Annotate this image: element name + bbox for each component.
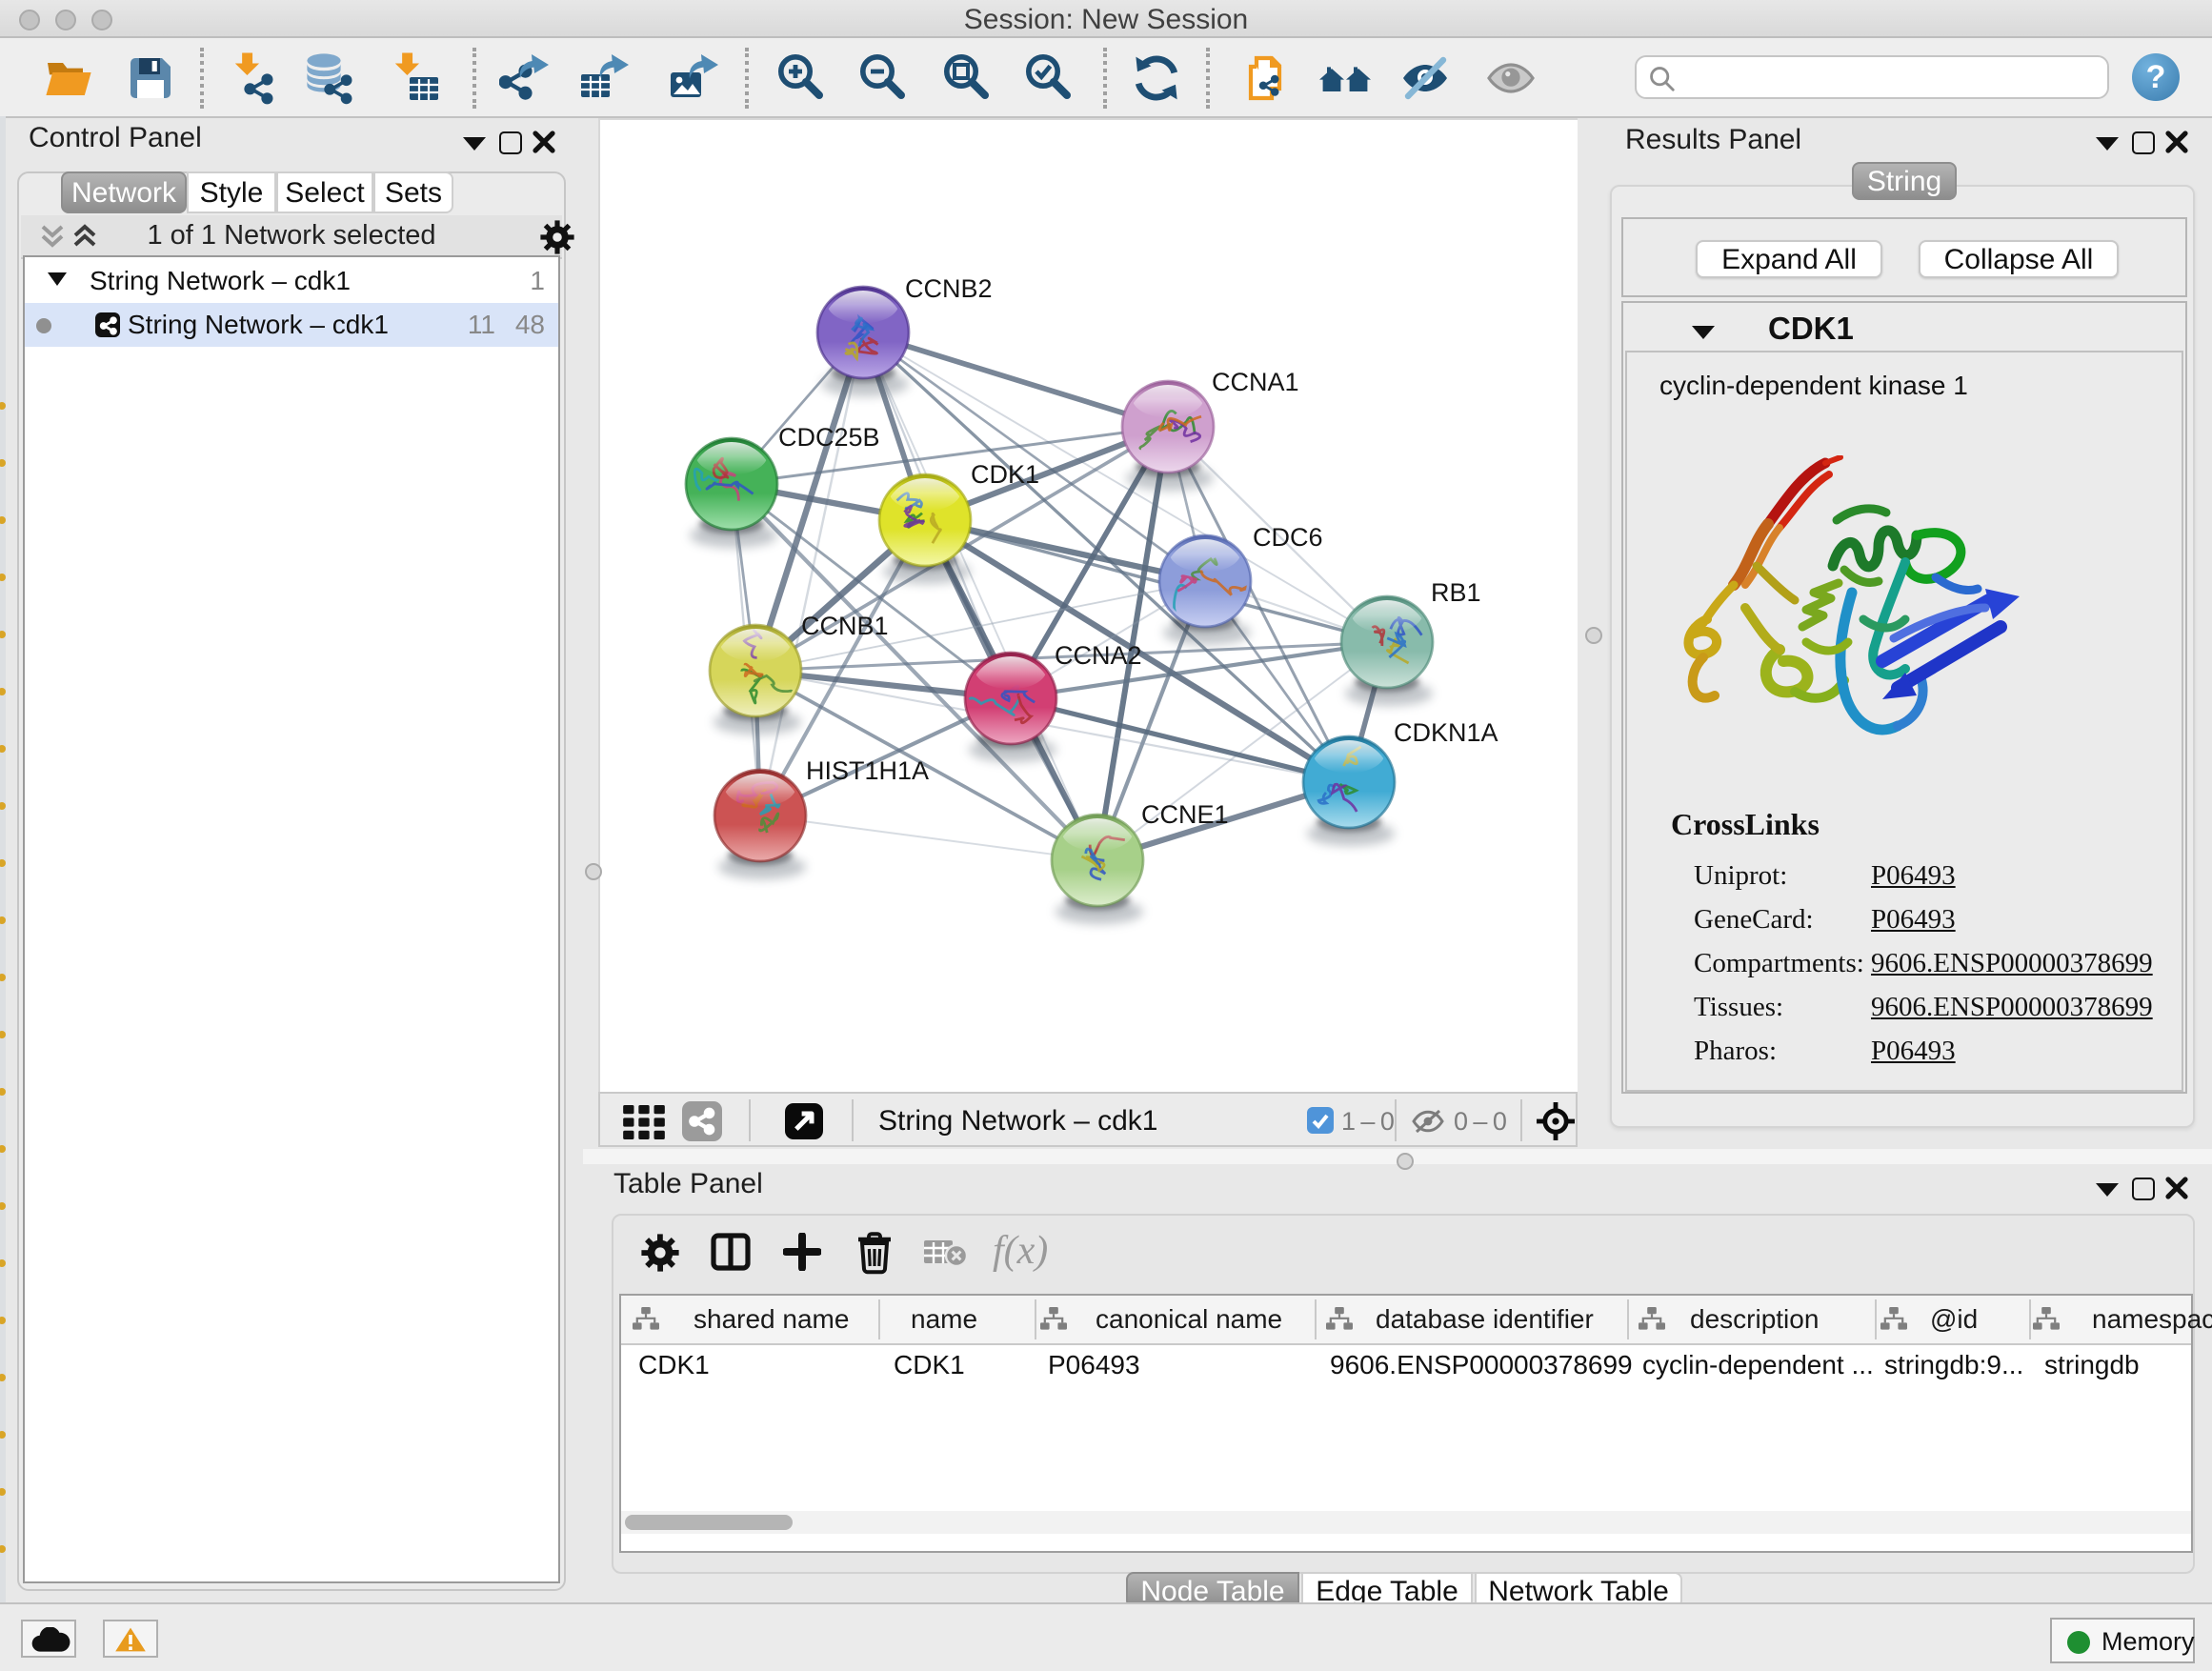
svg-text:RB1: RB1 [1431, 578, 1481, 607]
svg-text:CDC6: CDC6 [1253, 523, 1323, 552]
svg-text:CDC25B: CDC25B [778, 423, 880, 452]
svg-text:CCNB1: CCNB1 [801, 612, 889, 640]
svg-text:CCNA2: CCNA2 [1055, 641, 1142, 670]
svg-text:CDKN1A: CDKN1A [1394, 718, 1498, 747]
svg-text:HIST1H1A: HIST1H1A [806, 756, 929, 785]
svg-text:CCNE1: CCNE1 [1141, 800, 1229, 829]
svg-text:CCNA1: CCNA1 [1212, 368, 1299, 396]
svg-text:CCNB2: CCNB2 [905, 274, 993, 303]
svg-text:CDK1: CDK1 [971, 460, 1039, 489]
